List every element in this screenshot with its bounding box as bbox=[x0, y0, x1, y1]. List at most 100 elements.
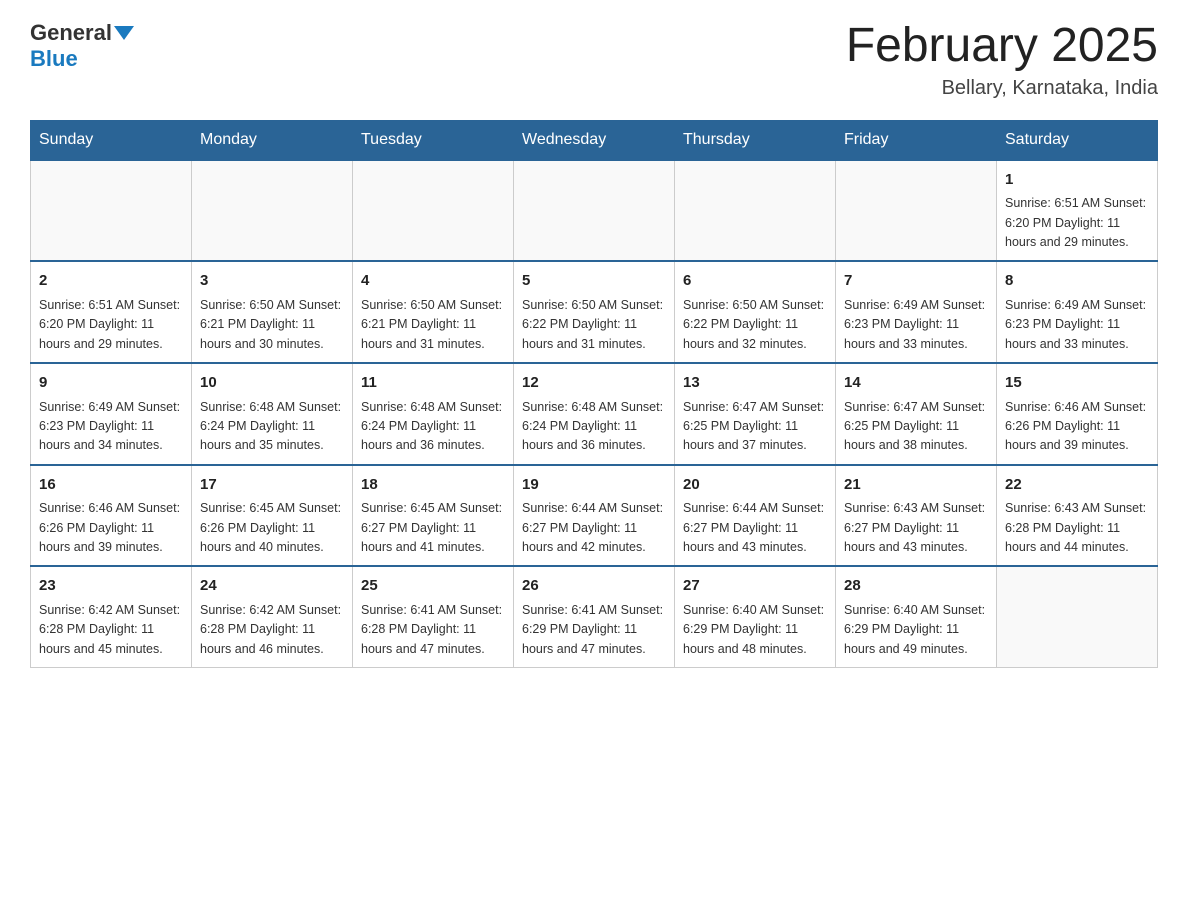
day-info: Sunrise: 6:49 AM Sunset: 6:23 PM Dayligh… bbox=[39, 398, 183, 456]
calendar-cell: 3 Sunrise: 6:50 AM Sunset: 6:21 PM Daylig… bbox=[192, 261, 353, 363]
calendar-cell: 17Sunrise: 6:45 AM Sunset: 6:26 PM Dayli… bbox=[192, 465, 353, 567]
weekday-header-monday: Monday bbox=[192, 120, 353, 160]
day-info: Sunrise: 6:44 AM Sunset: 6:27 PM Dayligh… bbox=[522, 499, 666, 557]
calendar-cell: 5 Sunrise: 6:50 AM Sunset: 6:22 PM Daylig… bbox=[514, 261, 675, 363]
day-number: 13 bbox=[683, 372, 827, 395]
calendar-cell bbox=[675, 160, 836, 262]
calendar-cell: 23 Sunrise: 6:42 AM Sunset: 6:28 PM Dayli… bbox=[31, 566, 192, 667]
day-info: Sunrise: 6:51 AM Sunset: 6:20 PM Dayligh… bbox=[1005, 194, 1149, 252]
day-info: Sunrise: 6:42 AM Sunset: 6:28 PM Dayligh… bbox=[39, 601, 183, 659]
weekday-header-saturday: Saturday bbox=[997, 120, 1158, 160]
day-info: Sunrise: 6:50 AM Sunset: 6:21 PM Dayligh… bbox=[200, 296, 344, 354]
day-number: 28 bbox=[844, 575, 988, 598]
day-info: Sunrise: 6:46 AM Sunset: 6:26 PM Dayligh… bbox=[39, 499, 183, 557]
day-number: 4 bbox=[361, 270, 505, 293]
day-info: Sunrise: 6:45 AM Sunset: 6:26 PM Dayligh… bbox=[200, 499, 344, 557]
calendar-cell: 7Sunrise: 6:49 AM Sunset: 6:23 PM Daylig… bbox=[836, 261, 997, 363]
day-number: 19 bbox=[522, 474, 666, 497]
calendar-week-row: 9 Sunrise: 6:49 AM Sunset: 6:23 PM Daylig… bbox=[31, 363, 1158, 465]
calendar-cell bbox=[997, 566, 1158, 667]
calendar-cell bbox=[353, 160, 514, 262]
calendar-cell: 15Sunrise: 6:46 AM Sunset: 6:26 PM Dayli… bbox=[997, 363, 1158, 465]
calendar-cell: 25 Sunrise: 6:41 AM Sunset: 6:28 PM Dayli… bbox=[353, 566, 514, 667]
day-info: Sunrise: 6:49 AM Sunset: 6:23 PM Dayligh… bbox=[1005, 296, 1149, 354]
calendar-cell: 27Sunrise: 6:40 AM Sunset: 6:29 PM Dayli… bbox=[675, 566, 836, 667]
day-number: 14 bbox=[844, 372, 988, 395]
day-info: Sunrise: 6:41 AM Sunset: 6:29 PM Dayligh… bbox=[522, 601, 666, 659]
day-number: 1 bbox=[1005, 169, 1149, 192]
weekday-header-tuesday: Tuesday bbox=[353, 120, 514, 160]
weekday-header-thursday: Thursday bbox=[675, 120, 836, 160]
calendar-cell: 8 Sunrise: 6:49 AM Sunset: 6:23 PM Daylig… bbox=[997, 261, 1158, 363]
location-text: Bellary, Karnataka, India bbox=[846, 77, 1158, 100]
day-number: 15 bbox=[1005, 372, 1149, 395]
calendar-cell: 12 Sunrise: 6:48 AM Sunset: 6:24 PM Dayli… bbox=[514, 363, 675, 465]
day-info: Sunrise: 6:41 AM Sunset: 6:28 PM Dayligh… bbox=[361, 601, 505, 659]
weekday-header-friday: Friday bbox=[836, 120, 997, 160]
logo-triangle-icon bbox=[114, 26, 134, 40]
calendar-cell: 2Sunrise: 6:51 AM Sunset: 6:20 PM Daylig… bbox=[31, 261, 192, 363]
day-number: 25 bbox=[361, 575, 505, 598]
day-info: Sunrise: 6:48 AM Sunset: 6:24 PM Dayligh… bbox=[361, 398, 505, 456]
weekday-header-sunday: Sunday bbox=[31, 120, 192, 160]
calendar-week-row: 1Sunrise: 6:51 AM Sunset: 6:20 PM Daylig… bbox=[31, 160, 1158, 262]
logo: General Blue bbox=[30, 20, 134, 72]
month-title: February 2025 bbox=[846, 20, 1158, 73]
calendar-cell: 18Sunrise: 6:45 AM Sunset: 6:27 PM Dayli… bbox=[353, 465, 514, 567]
day-info: Sunrise: 6:49 AM Sunset: 6:23 PM Dayligh… bbox=[844, 296, 988, 354]
day-number: 24 bbox=[200, 575, 344, 598]
day-number: 20 bbox=[683, 474, 827, 497]
day-info: Sunrise: 6:47 AM Sunset: 6:25 PM Dayligh… bbox=[683, 398, 827, 456]
calendar-week-row: 16Sunrise: 6:46 AM Sunset: 6:26 PM Dayli… bbox=[31, 465, 1158, 567]
calendar-week-row: 23 Sunrise: 6:42 AM Sunset: 6:28 PM Dayli… bbox=[31, 566, 1158, 667]
calendar-cell: 20Sunrise: 6:44 AM Sunset: 6:27 PM Dayli… bbox=[675, 465, 836, 567]
day-info: Sunrise: 6:48 AM Sunset: 6:24 PM Dayligh… bbox=[200, 398, 344, 456]
calendar-cell: 19Sunrise: 6:44 AM Sunset: 6:27 PM Dayli… bbox=[514, 465, 675, 567]
day-number: 8 bbox=[1005, 270, 1149, 293]
day-info: Sunrise: 6:40 AM Sunset: 6:29 PM Dayligh… bbox=[844, 601, 988, 659]
calendar-table: SundayMondayTuesdayWednesdayThursdayFrid… bbox=[30, 120, 1158, 668]
calendar-cell: 21Sunrise: 6:43 AM Sunset: 6:27 PM Dayli… bbox=[836, 465, 997, 567]
logo-general-text: General bbox=[30, 20, 112, 46]
day-number: 9 bbox=[39, 372, 183, 395]
day-info: Sunrise: 6:51 AM Sunset: 6:20 PM Dayligh… bbox=[39, 296, 183, 354]
day-number: 27 bbox=[683, 575, 827, 598]
day-info: Sunrise: 6:48 AM Sunset: 6:24 PM Dayligh… bbox=[522, 398, 666, 456]
calendar-cell bbox=[514, 160, 675, 262]
calendar-cell: 9 Sunrise: 6:49 AM Sunset: 6:23 PM Daylig… bbox=[31, 363, 192, 465]
day-number: 11 bbox=[361, 372, 505, 395]
calendar-cell bbox=[836, 160, 997, 262]
day-number: 16 bbox=[39, 474, 183, 497]
weekday-header-wednesday: Wednesday bbox=[514, 120, 675, 160]
calendar-cell bbox=[31, 160, 192, 262]
day-info: Sunrise: 6:45 AM Sunset: 6:27 PM Dayligh… bbox=[361, 499, 505, 557]
day-number: 5 bbox=[522, 270, 666, 293]
calendar-cell: 1Sunrise: 6:51 AM Sunset: 6:20 PM Daylig… bbox=[997, 160, 1158, 262]
calendar-cell: 14 Sunrise: 6:47 AM Sunset: 6:25 PM Dayli… bbox=[836, 363, 997, 465]
day-info: Sunrise: 6:50 AM Sunset: 6:22 PM Dayligh… bbox=[522, 296, 666, 354]
day-info: Sunrise: 6:44 AM Sunset: 6:27 PM Dayligh… bbox=[683, 499, 827, 557]
day-number: 17 bbox=[200, 474, 344, 497]
day-number: 12 bbox=[522, 372, 666, 395]
day-number: 6 bbox=[683, 270, 827, 293]
day-number: 23 bbox=[39, 575, 183, 598]
calendar-cell bbox=[192, 160, 353, 262]
day-info: Sunrise: 6:47 AM Sunset: 6:25 PM Dayligh… bbox=[844, 398, 988, 456]
day-info: Sunrise: 6:43 AM Sunset: 6:27 PM Dayligh… bbox=[844, 499, 988, 557]
day-number: 21 bbox=[844, 474, 988, 497]
calendar-cell: 13 Sunrise: 6:47 AM Sunset: 6:25 PM Dayli… bbox=[675, 363, 836, 465]
day-number: 18 bbox=[361, 474, 505, 497]
day-number: 26 bbox=[522, 575, 666, 598]
day-number: 22 bbox=[1005, 474, 1149, 497]
calendar-cell: 6 Sunrise: 6:50 AM Sunset: 6:22 PM Daylig… bbox=[675, 261, 836, 363]
calendar-cell: 16Sunrise: 6:46 AM Sunset: 6:26 PM Dayli… bbox=[31, 465, 192, 567]
calendar-body: 1Sunrise: 6:51 AM Sunset: 6:20 PM Daylig… bbox=[31, 160, 1158, 668]
day-info: Sunrise: 6:43 AM Sunset: 6:28 PM Dayligh… bbox=[1005, 499, 1149, 557]
calendar-cell: 22Sunrise: 6:43 AM Sunset: 6:28 PM Dayli… bbox=[997, 465, 1158, 567]
calendar-cell: 10Sunrise: 6:48 AM Sunset: 6:24 PM Dayli… bbox=[192, 363, 353, 465]
day-info: Sunrise: 6:50 AM Sunset: 6:22 PM Dayligh… bbox=[683, 296, 827, 354]
day-number: 3 bbox=[200, 270, 344, 293]
calendar-cell: 24Sunrise: 6:42 AM Sunset: 6:28 PM Dayli… bbox=[192, 566, 353, 667]
calendar-week-row: 2Sunrise: 6:51 AM Sunset: 6:20 PM Daylig… bbox=[31, 261, 1158, 363]
calendar-header: SundayMondayTuesdayWednesdayThursdayFrid… bbox=[31, 120, 1158, 160]
